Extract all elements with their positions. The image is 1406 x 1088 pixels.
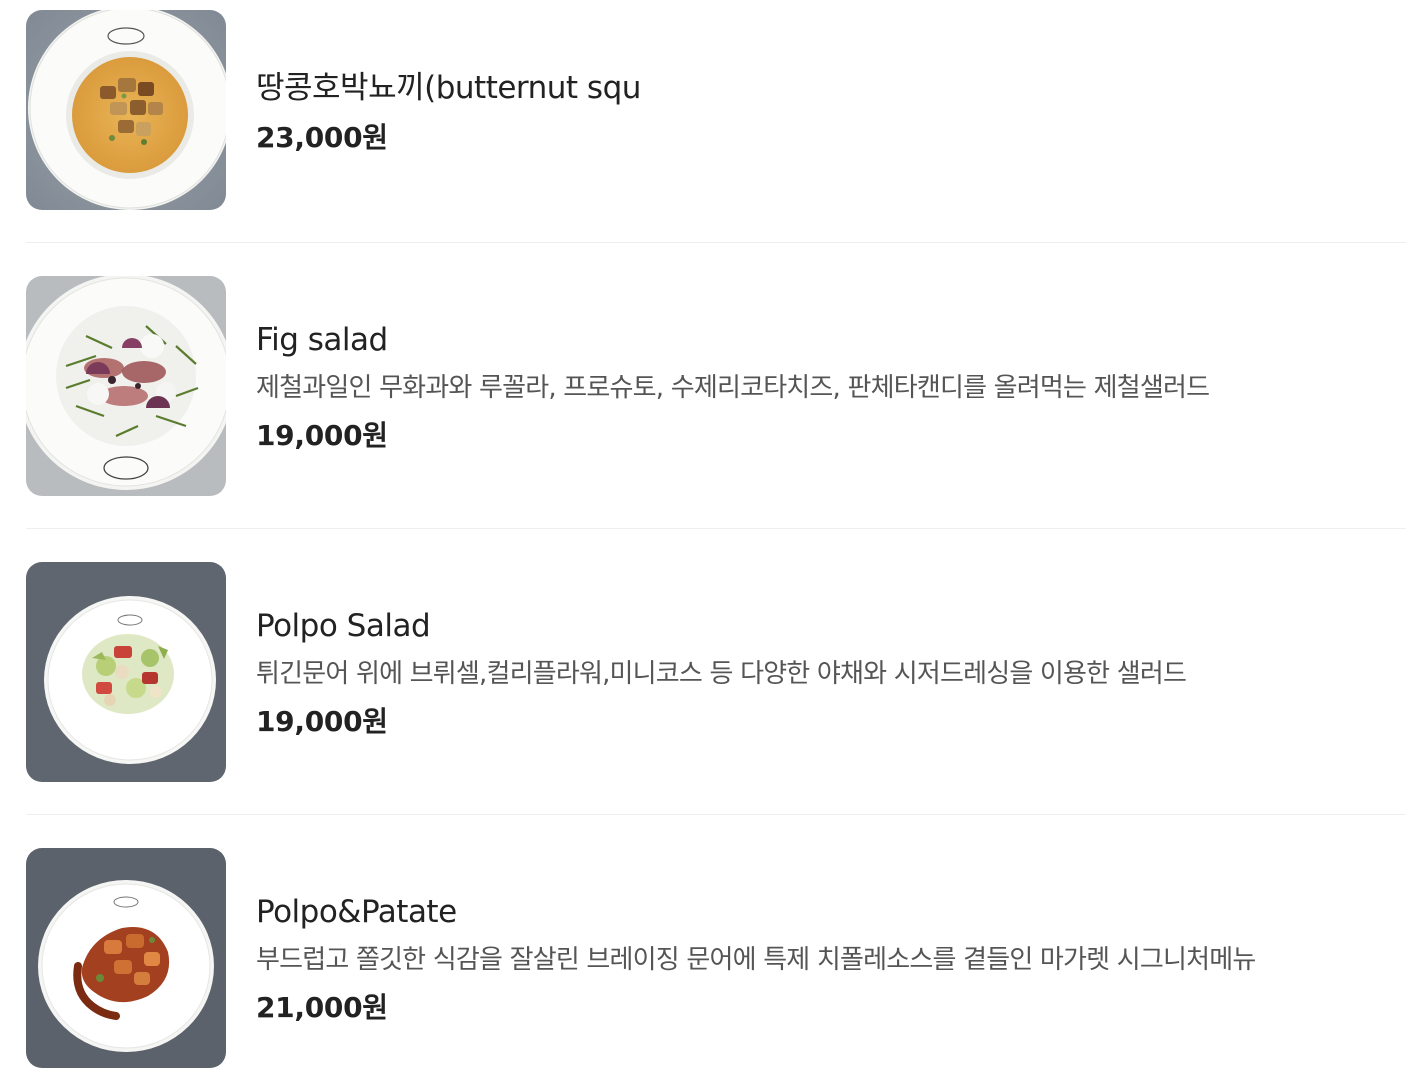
divider — [26, 242, 1406, 243]
menu-item-name: Polpo&Patate — [256, 894, 457, 930]
menu-item[interactable]: Polpo Salad 튀긴문어 위에 브뤼셀,컬리플라워,미니코스 등 다양한… — [26, 562, 1406, 782]
menu-item[interactable]: Fig salad 제철과일인 무화과와 루꼴라, 프로슈토, 수제리코타치즈,… — [26, 276, 1406, 496]
menu-item-price: 21,000원 — [256, 991, 388, 1024]
menu-item[interactable]: 땅콩호박뇨끼(butternut squ 23,000원 — [26, 10, 1406, 210]
polpo-salad-photo — [26, 562, 226, 782]
menu-item-info: Polpo Salad 튀긴문어 위에 브뤼셀,컬리플라워,미니코스 등 다양한… — [256, 606, 1396, 742]
menu-item[interactable]: Polpo&Patate 부드럽고 쫄깃한 식감을 잘살린 브레이징 문어에 특… — [26, 848, 1406, 1068]
menu-item-price: 23,000원 — [256, 121, 388, 154]
menu-item-info: 땅콩호박뇨끼(butternut squ 23,000원 — [256, 68, 1396, 158]
menu-item-description: 부드럽고 쫄깃한 식감을 잘살린 브레이징 문어에 특제 치폴레소스를 곁들인 … — [256, 945, 1256, 975]
polpo-patate-photo — [26, 848, 226, 1068]
menu-item-name: 땅콩호박뇨끼(butternut squ — [256, 70, 641, 106]
fig-salad-photo — [26, 276, 226, 496]
menu-item-name: Polpo Salad — [256, 608, 431, 644]
menu-item-description: 튀긴문어 위에 브뤼셀,컬리플라워,미니코스 등 다양한 야채와 시저드레싱을 … — [256, 659, 1187, 689]
butternut-squash-gnocchi-photo — [26, 10, 226, 210]
divider — [26, 814, 1406, 815]
menu-item-price: 19,000원 — [256, 419, 388, 452]
menu-item-description: 제철과일인 무화과와 루꼴라, 프로슈토, 수제리코타치즈, 판체타캔디를 올려… — [256, 373, 1210, 403]
menu-item-info: Fig salad 제철과일인 무화과와 루꼴라, 프로슈토, 수제리코타치즈,… — [256, 320, 1396, 456]
menu-item-info: Polpo&Patate 부드럽고 쫄깃한 식감을 잘살린 브레이징 문어에 특… — [256, 892, 1396, 1028]
menu-item-price: 19,000원 — [256, 705, 388, 738]
divider — [26, 528, 1406, 529]
menu-item-name: Fig salad — [256, 322, 388, 358]
